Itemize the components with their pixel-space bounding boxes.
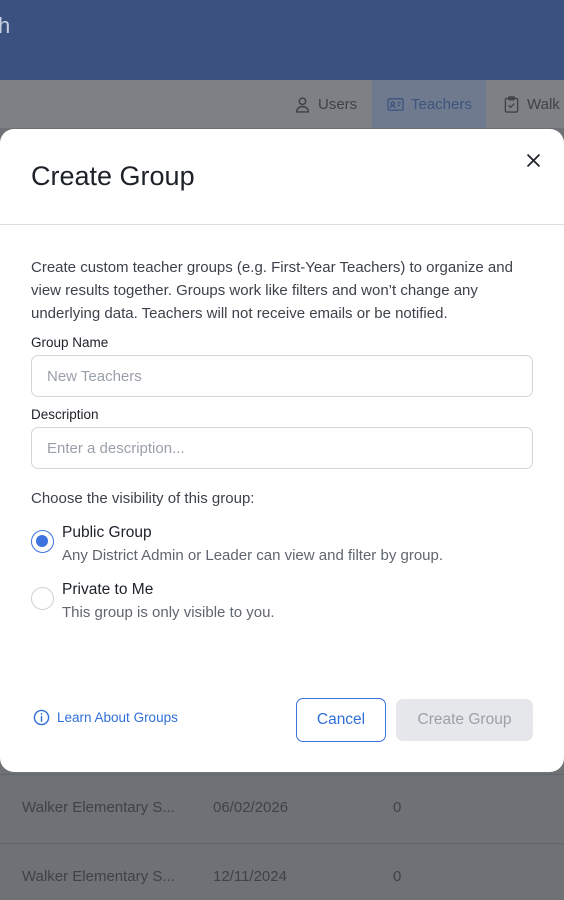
close-button[interactable] [522, 149, 544, 171]
group-name-input[interactable] [31, 355, 533, 397]
tab-users[interactable]: Users [294, 80, 357, 128]
row-date: 12/11/2024 [213, 868, 287, 885]
modal-header: Create Group [0, 129, 564, 225]
create-group-modal: Create Group Create custom teacher group… [0, 129, 564, 772]
cancel-button[interactable]: Cancel [296, 698, 386, 742]
row-school: Walker Elementary S... [22, 799, 175, 816]
visibility-question: Choose the visibility of this group: [31, 490, 255, 507]
modal-description: Create custom teacher groups (e.g. First… [31, 259, 513, 322]
group-name-label: Group Name [31, 335, 109, 350]
tab-users-label: Users [318, 95, 358, 113]
private-group-radio[interactable] [31, 587, 54, 610]
public-group-title: Public Group [62, 524, 152, 541]
table-row[interactable]: Walker Elementary S... 12/11/2024 0 [0, 843, 564, 900]
clipboard-icon [504, 95, 519, 113]
app-title: h [0, 13, 11, 38]
info-icon [33, 709, 50, 726]
close-icon [526, 153, 540, 167]
tab-teachers-label: Teachers [411, 95, 472, 113]
tab-walk[interactable]: Walk [503, 80, 560, 128]
tab-teachers[interactable]: Teachers [372, 80, 486, 128]
user-icon [295, 96, 310, 113]
learn-about-groups-link[interactable]: Learn About Groups [33, 709, 178, 726]
public-group-radio[interactable] [31, 530, 54, 553]
tab-walk-label: Walk [527, 95, 560, 113]
public-group-description: Any District Admin or Leader can view an… [62, 547, 444, 564]
private-group-title: Private to Me [62, 581, 154, 598]
public-group-option[interactable]: Public Group Any District Admin or Leade… [31, 524, 531, 574]
row-school: Walker Elementary S... [22, 868, 175, 885]
row-date: 06/02/2026 [213, 799, 289, 816]
id-card-icon [387, 97, 404, 111]
table-row[interactable]: Walker Elementary S... 06/02/2026 0 [0, 774, 564, 842]
description-label: Description [31, 407, 99, 422]
description-input[interactable] [31, 427, 533, 469]
background-tabs: Users Teachers Walk [0, 80, 564, 128]
row-count: 0 [393, 868, 402, 885]
private-group-description: This group is only visible to you. [62, 604, 275, 621]
app-header: h [0, 0, 564, 80]
row-count: 0 [393, 799, 402, 816]
private-group-option[interactable]: Private to Me This group is only visible… [31, 581, 531, 631]
learn-about-groups-label: Learn About Groups [57, 710, 178, 725]
create-group-button[interactable]: Create Group [396, 699, 533, 741]
modal-title: Create Group [31, 161, 195, 191]
